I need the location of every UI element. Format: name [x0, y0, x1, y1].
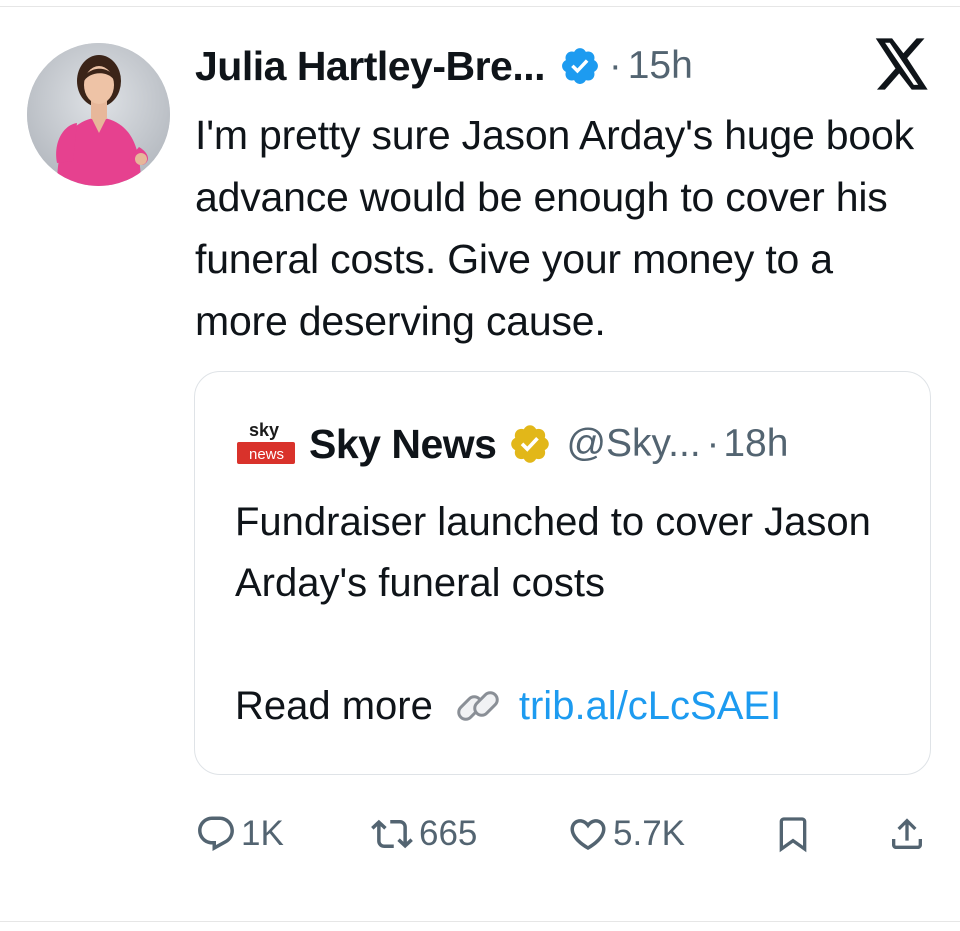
link-icon [449, 677, 507, 735]
like-button[interactable]: 5.7K [567, 806, 685, 862]
tweet-header: Julia Hartley-Bre... · 15h [195, 38, 693, 94]
gold-verified-badge-icon[interactable] [508, 422, 552, 466]
read-more-label: Read more [235, 683, 433, 728]
like-count: 5.7K [613, 814, 685, 853]
share-button[interactable] [887, 806, 927, 862]
sky-news-logo: sky news [235, 416, 297, 472]
verified-badge-icon[interactable] [559, 45, 601, 87]
heart-icon [570, 819, 606, 851]
repost-count: 665 [419, 814, 478, 853]
bookmark-button[interactable] [773, 806, 813, 862]
quoted-handle[interactable]: @Sky... [566, 422, 700, 466]
tweet-card: Julia Hartley-Bre... · 15h I'm pretty su… [0, 0, 960, 931]
avatar[interactable] [27, 43, 170, 186]
tweet-time[interactable]: 15h [628, 44, 693, 88]
reply-count: 1K [241, 814, 284, 853]
bookmark-icon [779, 817, 807, 853]
quoted-separator-dot: · [706, 422, 720, 465]
quoted-link[interactable]: trib.al/cLcSAEI [519, 684, 781, 729]
reply-button[interactable]: 1K [195, 806, 284, 862]
quoted-header: sky news Sky News @Sky... · 18h [235, 416, 788, 472]
reply-icon [198, 816, 234, 851]
tweet-actions: 1K 665 5.7K [195, 806, 935, 862]
quoted-text: Fundraiser launched to cover Jason Arday… [235, 500, 871, 605]
tweet-text: I'm pretty sure Jason Arday's huge book … [195, 112, 914, 344]
x-logo-icon[interactable] [874, 38, 930, 90]
news-logo-text: news [249, 446, 284, 463]
repost-button[interactable]: 665 [369, 806, 477, 862]
top-divider [0, 6, 960, 7]
quoted-read-more: Read more trib.al/cLcSAEI [235, 676, 781, 736]
quoted-time[interactable]: 18h [723, 422, 788, 466]
separator-dot: · [609, 44, 622, 87]
bottom-divider [0, 921, 960, 922]
repost-icon [371, 819, 413, 849]
author-name[interactable]: Julia Hartley-Bre... [195, 43, 546, 90]
quoted-author-name[interactable]: Sky News [309, 421, 497, 468]
sky-logo-text: sky [249, 420, 279, 440]
quoted-tweet[interactable]: sky news Sky News @Sky... · 18h Fundrais… [194, 371, 931, 775]
share-icon [892, 818, 922, 849]
